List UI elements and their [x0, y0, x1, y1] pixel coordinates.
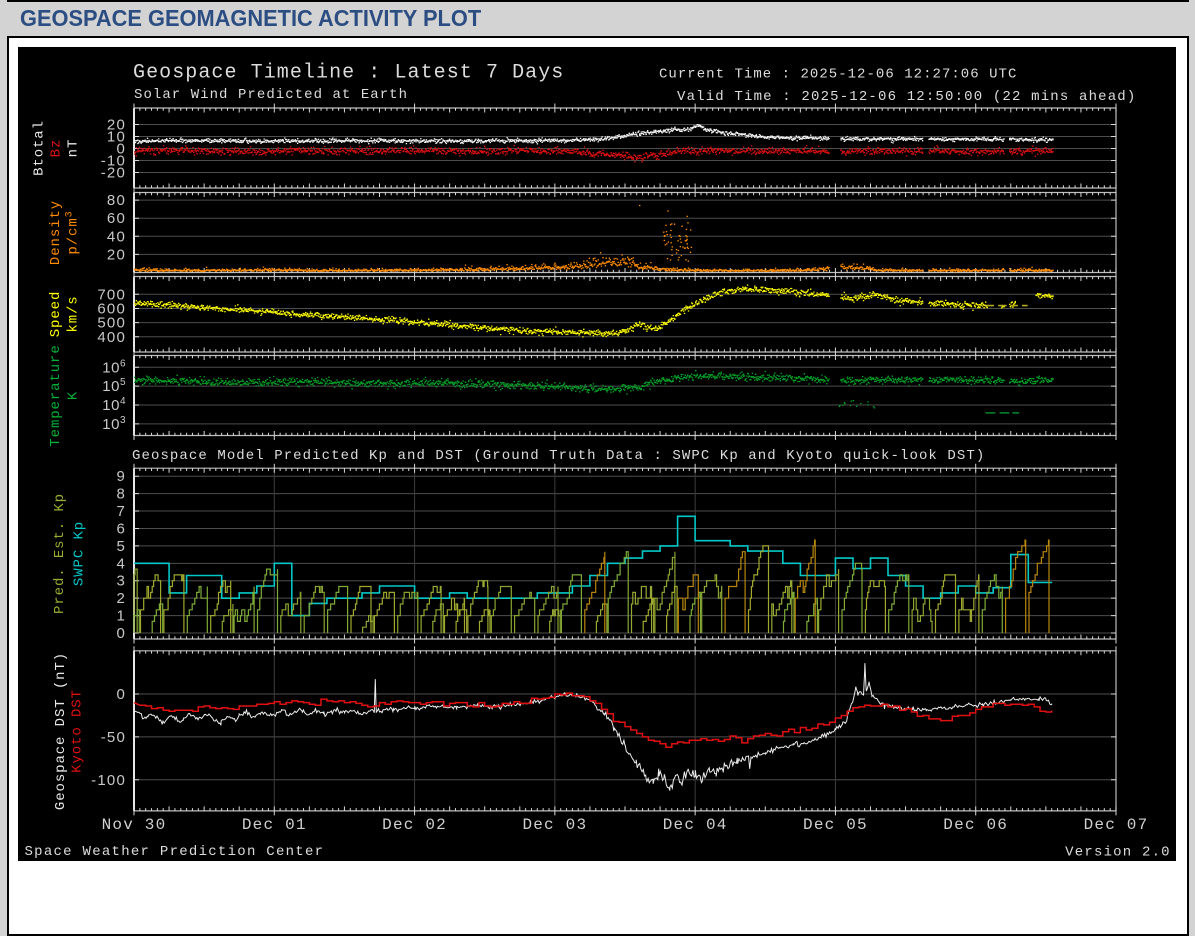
svg-text:Dec 02: Dec 02: [382, 816, 447, 834]
svg-text:60: 60: [107, 210, 126, 227]
svg-text:Speed: Speed: [48, 291, 64, 338]
svg-text:K: K: [66, 391, 82, 400]
svg-text:Dec 07: Dec 07: [1084, 816, 1149, 834]
svg-text:Kyoto DST: Kyoto DST: [70, 689, 86, 773]
svg-text:Dec 06: Dec 06: [943, 816, 1008, 834]
svg-text:2: 2: [116, 590, 126, 607]
svg-text:6: 6: [116, 521, 126, 538]
svg-text:40: 40: [107, 228, 126, 245]
svg-text:Space Weather Prediction Cente: Space Weather Prediction Center: [25, 844, 325, 860]
svg-text:20: 20: [107, 246, 126, 263]
svg-text:400: 400: [97, 329, 126, 346]
svg-text:-50: -50: [101, 729, 126, 746]
svg-text:5: 5: [116, 538, 126, 555]
svg-text:Valid Time : 2025-12-06 12:50:: Valid Time : 2025-12-06 12:50:00 (22 min…: [677, 89, 1136, 105]
svg-text:4: 4: [116, 555, 126, 572]
svg-text:Btotal: Btotal: [32, 120, 48, 176]
svg-text:Version 2.0: Version 2.0: [1065, 845, 1171, 861]
svg-text:7: 7: [116, 503, 126, 520]
svg-text:SWPC Kp: SWPC Kp: [72, 521, 88, 586]
svg-text:8: 8: [116, 486, 126, 503]
svg-text:Geospace Timeline : Latest 7 D: Geospace Timeline : Latest 7 Days: [133, 62, 564, 85]
svg-text:-20: -20: [101, 165, 126, 182]
svg-text:0: 0: [116, 686, 126, 703]
svg-text:-100: -100: [91, 772, 126, 789]
svg-text:1: 1: [116, 608, 126, 625]
svg-text:Dec 04: Dec 04: [663, 816, 728, 834]
svg-text:Geospace DST (nT): Geospace DST (nT): [53, 652, 69, 810]
svg-text:Temperature: Temperature: [48, 344, 64, 446]
svg-text:9: 9: [116, 468, 126, 485]
svg-text:0: 0: [116, 625, 126, 642]
svg-text:Solar Wind Predicted at Earth: Solar Wind Predicted at Earth: [134, 87, 408, 103]
svg-text:Geospace Model Predicted Kp an: Geospace Model Predicted Kp and DST (Gro…: [132, 448, 985, 464]
svg-text:km/s: km/s: [66, 295, 82, 332]
svg-text:Dec 01: Dec 01: [242, 816, 307, 834]
svg-text:Pred. Est. Kp: Pred. Est. Kp: [52, 493, 68, 614]
svg-text:Density: Density: [48, 200, 64, 265]
svg-text:3: 3: [116, 573, 126, 590]
svg-text:Current Time : 2025-12-06 12:2: Current Time : 2025-12-06 12:27:06 UTC: [659, 67, 1017, 83]
svg-text:Dec 03: Dec 03: [522, 816, 587, 834]
svg-text:Dec 05: Dec 05: [803, 816, 868, 834]
svg-text:Nov 30: Nov 30: [102, 816, 167, 834]
svg-text:Bz: Bz: [49, 139, 65, 158]
svg-text:80: 80: [107, 192, 126, 209]
svg-text:nT: nT: [66, 139, 82, 158]
